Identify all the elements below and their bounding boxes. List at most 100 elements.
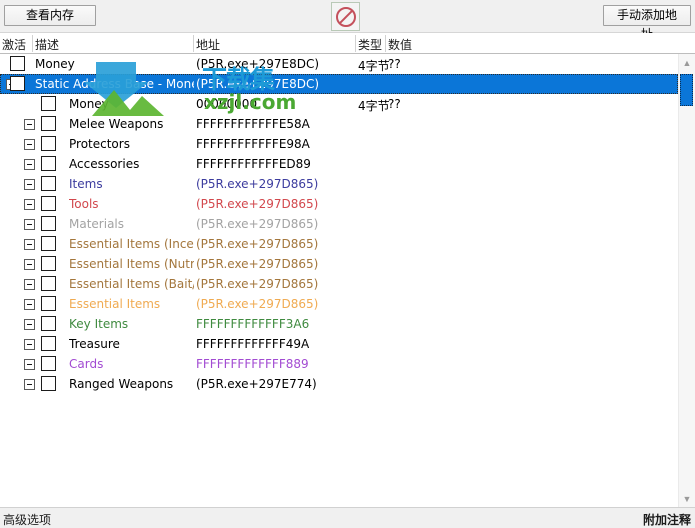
row-description: Materials — [69, 217, 125, 231]
collapse-icon[interactable] — [24, 139, 35, 150]
scroll-down-arrow-icon[interactable]: ▼ — [679, 490, 695, 507]
activate-checkbox[interactable] — [41, 256, 56, 271]
collapse-icon[interactable] — [24, 359, 35, 370]
row-description: Money — [35, 57, 75, 71]
collapse-icon[interactable] — [24, 239, 35, 250]
row-address: (P5R.exe+297E8DC) — [196, 77, 320, 91]
activate-checkbox[interactable] — [41, 176, 56, 191]
row-address: FFFFFFFFFFFFE58A — [196, 117, 310, 131]
collapse-icon[interactable] — [24, 159, 35, 170]
activate-checkbox[interactable] — [41, 276, 56, 291]
column-header-type[interactable]: 类型 — [358, 36, 382, 53]
row-description: Melee Weapons — [69, 117, 164, 131]
table-row[interactable]: Key Items FFFFFFFFFFFFF3A6 — [0, 314, 678, 334]
block-process-button[interactable] — [331, 2, 360, 31]
row-description: Static Address Base - Money — [35, 77, 194, 91]
activate-checkbox[interactable] — [41, 236, 56, 251]
toolbar: 查看内存 手动添加地址 — [0, 0, 695, 41]
row-address: (P5R.exe+297D865) — [196, 237, 319, 251]
scrollbar-thumb[interactable] — [680, 74, 693, 106]
column-divider[interactable] — [32, 35, 33, 52]
scroll-up-arrow-icon[interactable]: ▲ — [679, 54, 695, 71]
activate-checkbox[interactable] — [41, 356, 56, 371]
collapse-icon[interactable] — [24, 279, 35, 290]
row-address: (P5R.exe+297D865) — [196, 277, 319, 291]
row-type: 4字节 — [358, 99, 390, 113]
column-divider[interactable] — [193, 35, 194, 52]
table-row[interactable]: Money (P5R.exe+297E8DC) 4字节?? — [0, 54, 678, 74]
row-description: Key Items — [69, 317, 129, 331]
activate-checkbox[interactable] — [41, 156, 56, 171]
row-description: Protectors — [69, 137, 130, 151]
row-type: 4字节 — [358, 59, 390, 73]
table-row[interactable]: Melee Weapons FFFFFFFFFFFFE58A — [0, 114, 678, 134]
collapse-icon[interactable] — [24, 319, 35, 330]
collapse-icon[interactable] — [24, 119, 35, 130]
table-row[interactable]: Money 00000000 4字节?? — [0, 94, 678, 114]
table-row[interactable]: Essential Items (Bait/Etc)(P5R.exe+297D8… — [0, 274, 678, 294]
row-address: (P5R.exe+297D865) — [196, 217, 319, 231]
table-row[interactable]: Tools (P5R.exe+297D865) — [0, 194, 678, 214]
table-row[interactable]: Essential Items (P5R.exe+297D865) — [0, 294, 678, 314]
activate-checkbox[interactable] — [41, 136, 56, 151]
row-description: Cards — [69, 357, 104, 371]
collapse-icon[interactable] — [24, 339, 35, 350]
collapse-icon[interactable] — [24, 179, 35, 190]
collapse-icon[interactable] — [24, 259, 35, 270]
row-value: ?? — [388, 57, 401, 71]
column-header-description[interactable]: 描述 — [35, 36, 59, 53]
manual-add-address-button[interactable]: 手动添加地址 — [603, 5, 691, 41]
activate-checkbox[interactable] — [41, 96, 56, 111]
column-header-address[interactable]: 地址 — [196, 36, 220, 53]
collapse-icon[interactable] — [24, 299, 35, 310]
table-row[interactable]: Materials (P5R.exe+297D865) — [0, 214, 678, 234]
activate-checkbox[interactable] — [10, 56, 25, 71]
activate-checkbox[interactable] — [41, 196, 56, 211]
activate-checkbox[interactable] — [41, 216, 56, 231]
table-row[interactable]: Ranged Weapons (P5R.exe+297E774) — [0, 374, 678, 394]
collapse-icon[interactable] — [24, 379, 35, 390]
extra-notes-link[interactable]: 附加注释 — [643, 511, 691, 528]
row-description: Ranged Weapons — [69, 377, 174, 391]
row-address: FFFFFFFFFFFFF49A — [196, 337, 310, 351]
activate-checkbox[interactable] — [41, 296, 56, 311]
collapse-icon[interactable] — [24, 219, 35, 230]
address-list[interactable]: Money (P5R.exe+297E8DC) 4字节?? Static Addres… — [0, 54, 695, 507]
table-row[interactable]: Accessories FFFFFFFFFFFFED89 — [0, 154, 678, 174]
column-header-value[interactable]: 数值 — [388, 36, 412, 53]
column-header-active[interactable]: 激活 — [2, 36, 26, 53]
row-address: (P5R.exe+297D865) — [196, 297, 319, 311]
view-memory-button[interactable]: 查看内存 — [4, 5, 96, 26]
prohibition-icon — [335, 6, 356, 27]
table-row[interactable]: Items (P5R.exe+297D865) — [0, 174, 678, 194]
row-description: Items — [69, 177, 103, 191]
row-description: Accessories — [69, 157, 140, 171]
activate-checkbox[interactable] — [41, 116, 56, 131]
row-description: Tools — [69, 197, 99, 211]
table-row[interactable]: Essential Items (Nutrients)(P5R.exe+297D… — [0, 254, 678, 274]
table-row[interactable]: Static Address Base - Money (P5R.exe+297E… — [0, 74, 678, 94]
column-divider[interactable] — [355, 35, 356, 52]
table-row[interactable]: Cards FFFFFFFFFFFFF889 — [0, 354, 678, 374]
table-row[interactable]: Essential Items (Incense)(P5R.exe+297D86… — [0, 234, 678, 254]
row-description: Treasure — [69, 337, 120, 351]
activate-checkbox[interactable] — [10, 76, 25, 91]
activate-checkbox[interactable] — [41, 316, 56, 331]
table-row[interactable]: Treasure FFFFFFFFFFFFF49A — [0, 334, 678, 354]
activate-checkbox[interactable] — [41, 336, 56, 351]
row-address: (P5R.exe+297E774) — [196, 377, 317, 391]
row-description: Essential Items (Nutrients) — [69, 257, 194, 271]
table-row[interactable]: Protectors FFFFFFFFFFFFE98A — [0, 134, 678, 154]
vertical-scrollbar[interactable]: ▲ ▼ — [678, 54, 695, 507]
cheat-engine-window: 查看内存 手动添加地址 激活描述 地址 类型数值 Money (P5R.exe+297… — [0, 0, 695, 528]
row-address: (P5R.exe+297E8DC) — [196, 57, 320, 71]
collapse-icon[interactable] — [24, 199, 35, 210]
column-divider[interactable] — [385, 35, 386, 52]
advanced-options-link[interactable]: 高级选项 — [3, 511, 51, 528]
activate-checkbox[interactable] — [41, 376, 56, 391]
row-address: FFFFFFFFFFFFE98A — [196, 137, 310, 151]
row-address: FFFFFFFFFFFFF3A6 — [196, 317, 310, 331]
row-description: Money — [69, 97, 109, 111]
column-header-row: 激活 描述 地址 类型 数值 — [0, 33, 695, 54]
row-address: (P5R.exe+297D865) — [196, 177, 319, 191]
